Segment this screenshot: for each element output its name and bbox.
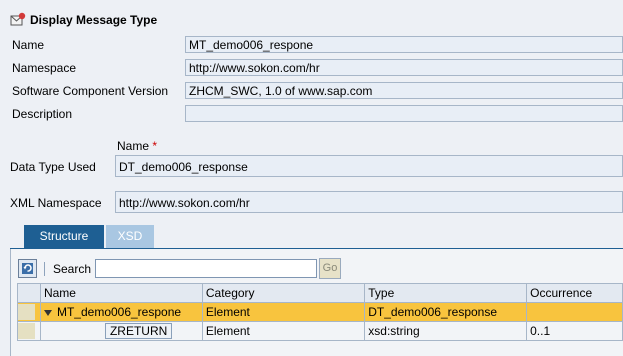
structure-table: Name Category Type Occurrence MT_demo006… [17,283,623,341]
data-type-used-label: Data Type Used [10,160,96,174]
page-title: Display Message Type [10,12,157,28]
tab-xsd[interactable]: XSD [106,225,154,248]
column-header-type[interactable]: Type [364,283,528,303]
page-title-text: Display Message Type [30,13,158,27]
column-header-category[interactable]: Category [201,283,366,303]
toolbar-separator [44,262,45,276]
search-input[interactable] [95,259,317,278]
required-mark: * [152,139,158,153]
xml-namespace-label: XML Namespace [10,196,102,210]
xml-namespace-field[interactable]: http://www.sokon.com/hr [115,191,623,213]
dt-name-header: Name * [117,139,157,153]
row-name: MT_demo006_respone [56,305,182,319]
row-occurrence: 0..1 [526,321,623,341]
namespace-label: Namespace [12,61,77,75]
row-occurrence [526,302,623,322]
collapse-triangle-icon[interactable] [43,309,52,316]
row-category: Element [201,321,366,341]
search-label: Search [53,262,92,276]
message-type-icon [10,12,26,26]
row-selector[interactable] [17,302,41,322]
row-type: xsd:string [364,321,528,341]
swc-label: Software Component Version [12,84,169,98]
row-type: DT_demo006_response [364,302,528,322]
row-name-cell: MT_demo006_respone [39,302,203,322]
row-name: ZRETURN [104,323,173,339]
swc-field[interactable]: ZHCM_SWC, 1.0 of www.sap.com [185,82,623,99]
table-row[interactable]: ZRETURN Element xsd:string 0..1 [17,321,623,341]
dt-name-header-text: Name [117,139,150,153]
table-row[interactable]: MT_demo006_respone Element DT_demo006_re… [17,302,623,322]
refresh-icon[interactable] [18,259,37,278]
tab-bar: Structure XSD [10,225,623,250]
row-selector[interactable] [17,321,41,341]
select-all-cell[interactable] [17,283,41,303]
table-header-row: Name Category Type Occurrence [17,283,623,303]
namespace-field[interactable]: http://www.sokon.com/hr [185,59,623,76]
column-header-name[interactable]: Name [39,283,203,303]
row-name-cell: ZRETURN [39,321,203,341]
tab-structure[interactable]: Structure [24,225,104,248]
data-type-used-field[interactable]: DT_demo006_response [115,155,623,177]
column-header-occurrence[interactable]: Occurrence [526,283,623,303]
name-label: Name [12,38,45,52]
description-field[interactable] [185,105,623,122]
name-field[interactable]: MT_demo006_respone [185,36,623,53]
row-category: Element [201,302,366,322]
description-label: Description [12,107,73,121]
go-button[interactable]: Go [319,258,341,279]
